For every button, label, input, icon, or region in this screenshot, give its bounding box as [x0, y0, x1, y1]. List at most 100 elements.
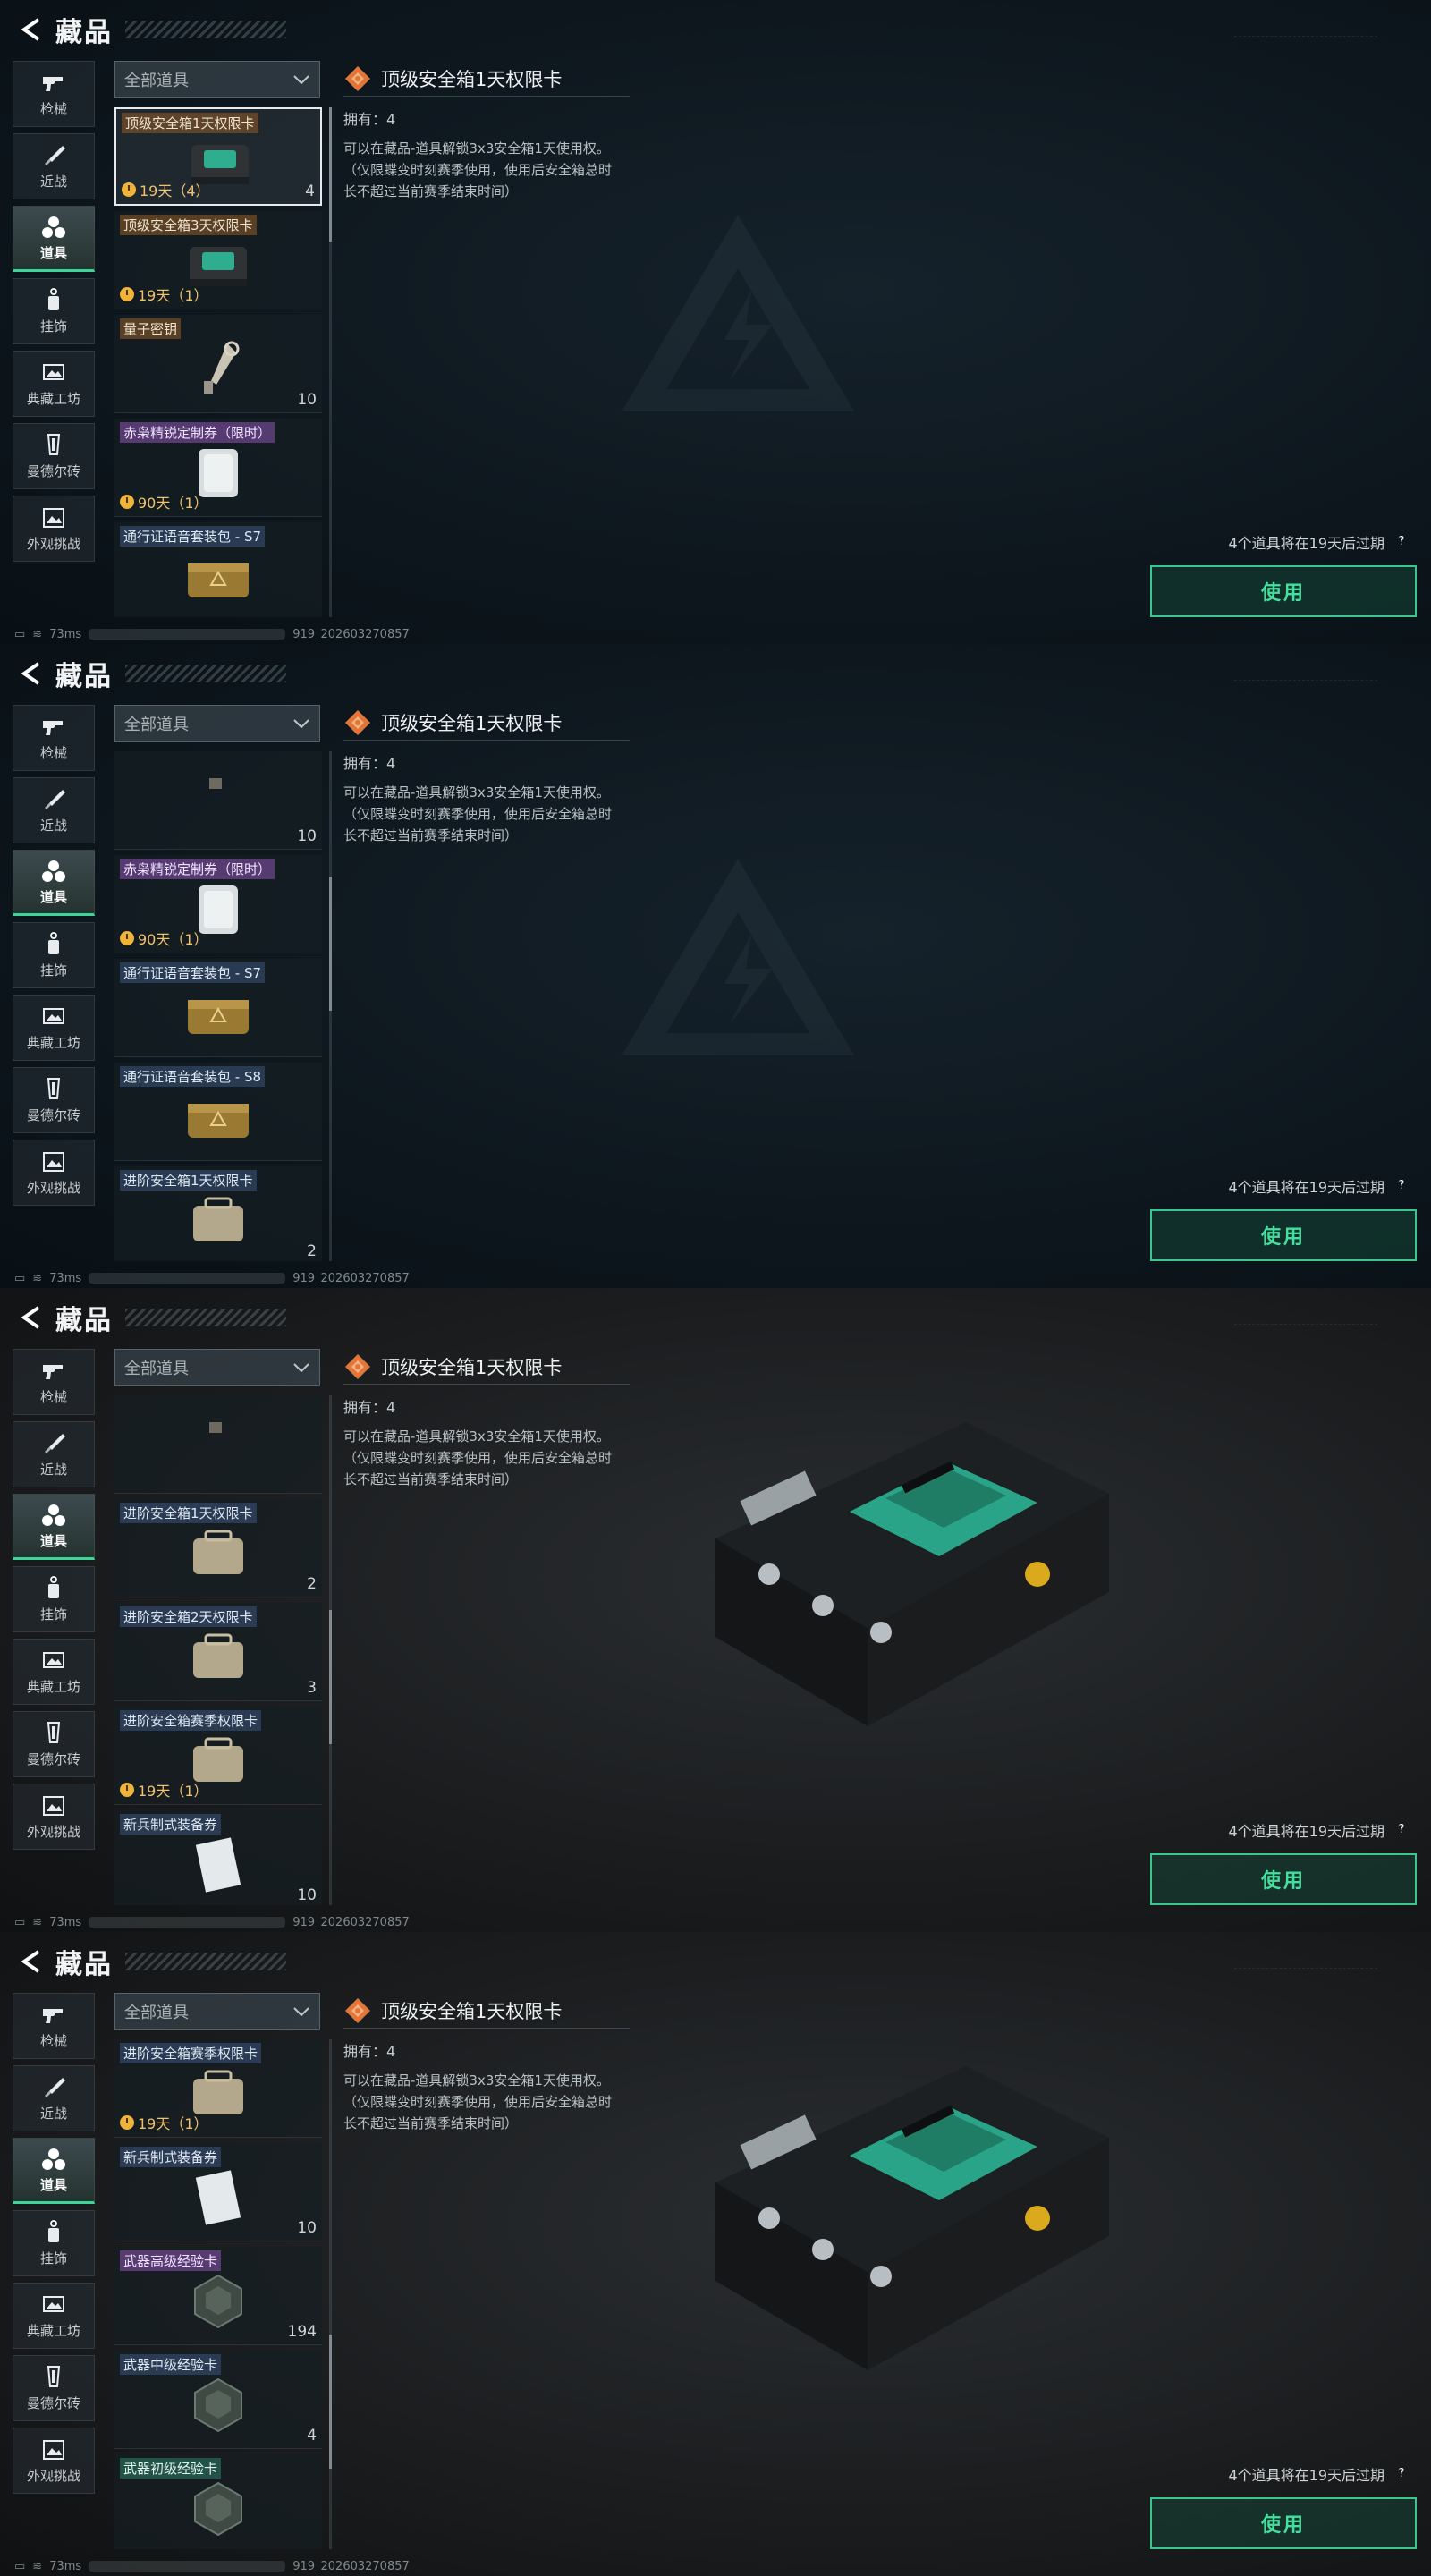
sidebar-item-2[interactable]: 道具 [13, 850, 95, 916]
item-image [182, 1190, 254, 1252]
expire-note: 4个道具将在19天后过期? [1228, 2463, 1410, 2485]
filter-dropdown[interactable]: 全部道具 [114, 1349, 320, 1386]
use-button[interactable]: 使用 [1150, 565, 1417, 617]
sidebar-item-1[interactable]: 近战 [13, 777, 95, 843]
list-item[interactable]: 进阶安全箱赛季权限卡 19天（1） [114, 2039, 322, 2138]
use-button[interactable]: 使用 [1150, 2497, 1417, 2549]
wifi-icon: ≋ [32, 1271, 43, 1285]
help-icon[interactable]: ? [1393, 2466, 1410, 2482]
blurred-id [89, 1273, 286, 1284]
sidebar-item-3[interactable]: 挂饰 [13, 2210, 95, 2276]
list-item[interactable]: 进阶安全箱2天权限卡 3 [114, 1603, 322, 1701]
sidebar-item-4[interactable]: 典藏工坊 [13, 351, 95, 417]
sidebar-item-2[interactable]: 道具 [13, 2138, 95, 2204]
list-item[interactable]: 新兵制式装备券 10 [114, 2143, 322, 2241]
clock-icon [120, 2115, 134, 2130]
list-scrollbar[interactable] [329, 1395, 332, 1905]
list-item[interactable]: 通行证语音套装包 - S8 [114, 1063, 322, 1161]
sidebar-item-0[interactable]: 枪械 [13, 61, 95, 127]
use-button[interactable]: 使用 [1150, 1853, 1417, 1905]
help-icon[interactable]: ? [1393, 1822, 1410, 1838]
clock-icon [120, 287, 134, 301]
list-scrollbar[interactable] [329, 751, 332, 1261]
sidebar-item-6[interactable]: 外观挑战 [13, 1140, 95, 1206]
detail-title: 顶级安全箱1天权限卡 [381, 68, 563, 90]
sidebar-item-0[interactable]: 枪械 [13, 1349, 95, 1415]
sidebar-item-2[interactable]: 道具 [13, 1494, 95, 1560]
sidebar-item-1[interactable]: 近战 [13, 2065, 95, 2131]
category-sidebar: 枪械 近战道具挂饰典藏工坊曼德尔砖外观挑战 [13, 1993, 95, 2500]
scroll-thumb[interactable] [329, 1610, 332, 1744]
help-icon[interactable]: ? [1393, 1178, 1410, 1194]
list-item[interactable]: 进阶安全箱1天权限卡 2 [114, 1499, 322, 1597]
item-list: 进阶安全箱1天权限卡 2 进阶安全箱2天权限卡 3 进阶安全箱赛季权限卡 19天（1） 新兵… [114, 1395, 322, 1905]
sidebar-item-6[interactable]: 外观挑战 [13, 496, 95, 562]
list-item[interactable]: 新兵制式装备券 10 [114, 1810, 322, 1905]
help-icon[interactable]: ? [1393, 534, 1410, 550]
battery-icon: ▭ [14, 2559, 26, 2573]
sidebar-item-5[interactable]: 曼德尔砖 [13, 2355, 95, 2421]
item-name: 进阶安全箱1天权限卡 [120, 1170, 257, 1191]
use-button[interactable]: 使用 [1150, 1209, 1417, 1261]
sidebar-item-6[interactable]: 外观挑战 [13, 2428, 95, 2494]
sidebar-item-5[interactable]: 曼德尔砖 [13, 1711, 95, 1777]
sidebar-item-4[interactable]: 典藏工坊 [13, 1639, 95, 1705]
filter-dropdown[interactable]: 全部道具 [114, 61, 320, 98]
back-button[interactable] [11, 10, 50, 49]
scroll-thumb[interactable] [329, 107, 332, 242]
item-image [182, 2270, 254, 2333]
item-name: 进阶安全箱2天权限卡 [120, 1606, 257, 1627]
sidebar-item-5[interactable]: 曼德尔砖 [13, 1067, 95, 1133]
back-button[interactable] [11, 1298, 50, 1337]
list-scrollbar[interactable] [329, 107, 332, 617]
list-item[interactable] [114, 1395, 322, 1494]
filter-dropdown[interactable]: 全部道具 [114, 705, 320, 742]
sidebar-item-3[interactable]: 挂饰 [13, 278, 95, 344]
ping: 73ms [49, 627, 82, 641]
list-item[interactable]: 武器高级经验卡 194 [114, 2247, 322, 2345]
list-item[interactable]: 赤枭精锐定制券（限时） 90天（1） [114, 419, 322, 517]
scroll-thumb[interactable] [329, 877, 332, 1011]
sidebar-item-label: 典藏工坊 [26, 2322, 80, 2339]
list-item[interactable]: 顶级安全箱3天权限卡 19天（1） [114, 211, 322, 309]
sidebar-item-1[interactable]: 近战 [13, 1421, 95, 1487]
back-button[interactable] [11, 654, 50, 693]
list-item[interactable]: 通行证语音套装包 - S7 [114, 522, 322, 617]
back-button[interactable] [11, 1942, 50, 1981]
list-item[interactable]: 10 [114, 751, 322, 850]
sidebar-item-4[interactable]: 典藏工坊 [13, 995, 95, 1061]
sidebar-item-0[interactable]: 枪械 [13, 705, 95, 771]
list-item[interactable]: 进阶安全箱1天权限卡 2 [114, 1166, 322, 1261]
sidebar-item-1[interactable]: 近战 [13, 133, 95, 199]
sidebar-item-2[interactable]: 道具 [13, 206, 95, 272]
sidebar-item-label: 挂饰 [39, 2250, 67, 2267]
list-scrollbar[interactable] [329, 2039, 332, 2549]
sidebar-item-6[interactable]: 外观挑战 [13, 1784, 95, 1850]
list-item[interactable]: 进阶安全箱赛季权限卡 19天（1） [114, 1707, 322, 1805]
sidebar-item-5[interactable]: 曼德尔砖 [13, 423, 95, 489]
filter-dropdown[interactable]: 全部道具 [114, 1993, 320, 2030]
scroll-thumb[interactable] [329, 2334, 332, 2469]
sidebar-item-label: 枪械 [39, 744, 67, 761]
item-image [182, 2166, 254, 2229]
list-item[interactable]: 量子密钥 10 [114, 315, 322, 413]
list-item[interactable]: 武器中级经验卡 4 [114, 2351, 322, 2449]
build-id: 919_202603270857 [292, 1915, 410, 1929]
list-item[interactable]: 顶级安全箱1天权限卡 19天（4） 4 [114, 107, 322, 206]
sidebar-item-label: 典藏工坊 [26, 1678, 80, 1695]
item-days-text: 90天（1） [138, 495, 208, 512]
list-item[interactable]: 武器初级经验卡 [114, 2454, 322, 2549]
sidebar-item-3[interactable]: 挂饰 [13, 1566, 95, 1632]
expire-note: 4个道具将在19天后过期? [1228, 1175, 1410, 1197]
decor-line [1234, 36, 1377, 72]
sidebar-item-4[interactable]: 典藏工坊 [13, 2283, 95, 2349]
item-image [182, 1086, 254, 1148]
list-item[interactable]: 通行证语音套装包 - S7 [114, 959, 322, 1057]
list-item[interactable]: 赤枭精锐定制券（限时） 90天（1） [114, 855, 322, 953]
sidebar-item-0[interactable]: 枪械 [13, 1993, 95, 2059]
back-arrow-icon [21, 662, 40, 685]
use-label: 使用 [1260, 1226, 1306, 1249]
item-name: 顶级安全箱3天权限卡 [120, 215, 257, 235]
sidebar-item-3[interactable]: 挂饰 [13, 922, 95, 988]
items-icon [40, 215, 67, 240]
